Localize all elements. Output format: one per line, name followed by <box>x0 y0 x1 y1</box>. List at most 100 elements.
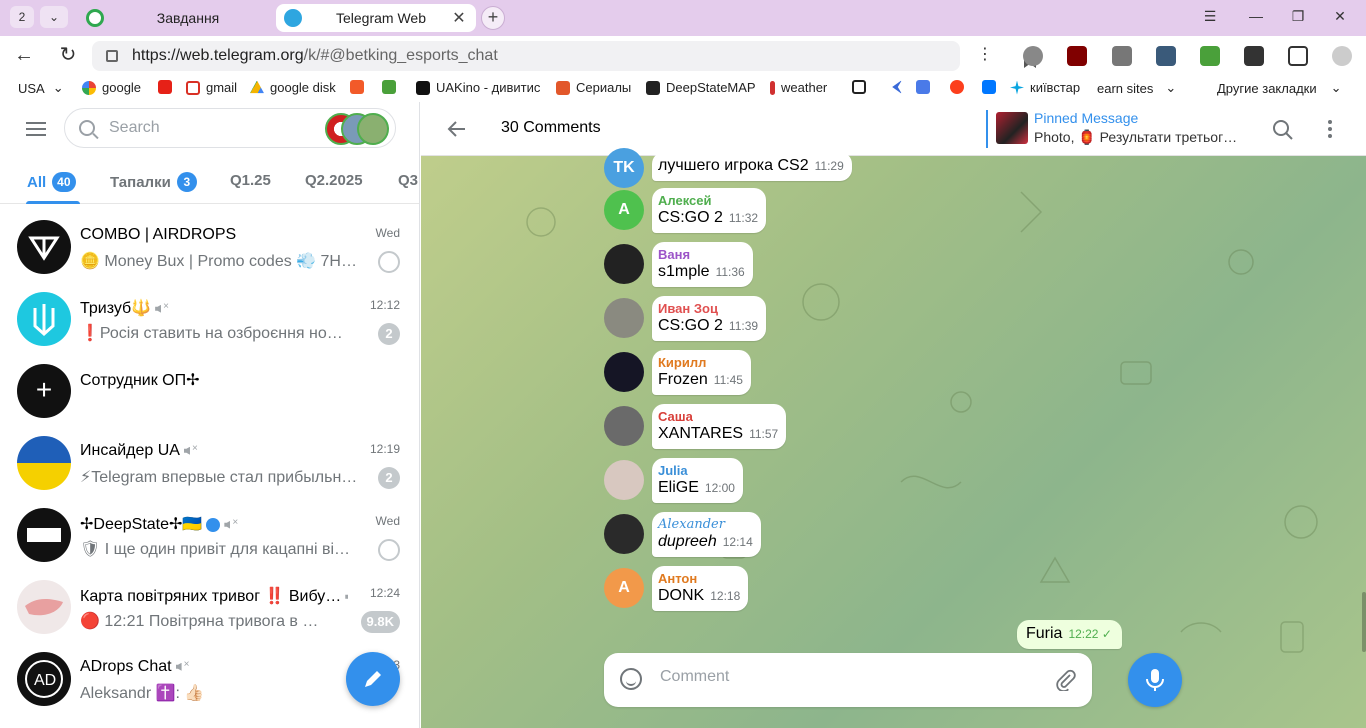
bookmark-bc[interactable] <box>852 80 872 94</box>
download-icon[interactable] <box>1200 46 1220 66</box>
chat-title: ✢DeepState✢🇺🇦 <box>80 514 348 534</box>
bookmark-google[interactable]: google <box>82 80 141 95</box>
tab-list-dropdown-icon[interactable]: ⌄ <box>40 6 68 28</box>
bookmark-kyivstar[interactable]: київстар <box>1010 80 1080 95</box>
tab-all[interactable]: All 40 <box>27 172 76 192</box>
bookmark-arrow[interactable] <box>888 80 908 94</box>
minimize-window-icon[interactable]: — <box>1244 8 1268 24</box>
message-time: 11:45 <box>713 373 743 387</box>
muted-icon <box>345 592 348 602</box>
tab-label: Telegram Web <box>335 10 426 26</box>
chat-item-deepstate[interactable]: ✢DeepState✢🇺🇦 Wed 🛡 І ще один привіт для… <box>8 499 412 571</box>
chat-item-combo-airdrops[interactable]: COMBO | AIRDROPS Wed 🪙 Money Bux | Promo… <box>8 211 412 283</box>
chat-time: Wed <box>375 226 400 240</box>
chat-preview: ❗Росія ставить на озброєння но… <box>80 325 343 342</box>
briefcase-icon[interactable] <box>1112 46 1132 66</box>
menu-icon[interactable] <box>26 122 46 136</box>
pinned-message[interactable]: Pinned Message Photo, 🏮 Результати треть… <box>986 110 1237 148</box>
comment-input[interactable] <box>658 667 1018 687</box>
tab-q3[interactable]: Q3. <box>398 172 419 189</box>
chat-time: 12:12 <box>369 298 400 312</box>
tab-q1-25[interactable]: Q1.25 <box>230 172 271 189</box>
browser-tab-zavdannya[interactable]: Завдання <box>78 4 270 32</box>
pinned-icon <box>378 539 400 561</box>
bookmark-yandex[interactable] <box>950 80 970 94</box>
message-time: 12:14 <box>722 535 753 549</box>
extensions-puzzle-icon[interactable] <box>1288 46 1308 66</box>
restore-window-icon[interactable]: ❐ <box>1286 8 1310 25</box>
message-time: 12:22 ✓ <box>1068 627 1112 641</box>
bookmark-gmail[interactable]: gmail <box>186 80 237 95</box>
message-time: 11:39 <box>728 319 759 333</box>
bookmark-usa[interactable]: USA ⌄ <box>18 80 64 96</box>
bookmark-youtube[interactable] <box>158 80 178 94</box>
bookmark-label: gmail <box>206 80 238 95</box>
tab-tapalki[interactable]: Тапалки 3 <box>110 172 197 192</box>
tab-q2-2025[interactable]: Q2.2025 <box>305 172 363 189</box>
back-arrow-icon[interactable]: ← <box>12 44 36 68</box>
chat-time: 12:19 <box>369 442 400 456</box>
bookmark-vk[interactable] <box>982 80 1002 94</box>
browser-menu-icon[interactable]: ☰ <box>1198 8 1222 25</box>
tasks-favicon-icon <box>86 9 104 27</box>
bookmark-label: USA <box>18 80 45 96</box>
bookmark-earn-sites[interactable]: earn sites ⌄ <box>1097 80 1176 96</box>
more-options-icon[interactable]: ⋮ <box>973 44 997 68</box>
bookmark-deepstatemap[interactable]: DeepStateMAP <box>646 80 756 95</box>
folder-badge: 3 <box>176 172 197 192</box>
kyivstar-icon <box>1010 80 1024 95</box>
ublock-icon[interactable] <box>1067 46 1087 66</box>
gmail-icon <box>186 80 200 95</box>
story-avatar[interactable] <box>357 113 389 145</box>
search-box[interactable] <box>64 108 396 148</box>
bookmark-uakino[interactable]: UAKino - дивитис <box>416 80 540 95</box>
new-tab-button[interactable]: + <box>481 6 505 30</box>
message-bubble: Иван Зоц CS:GO 2 11:39 <box>652 296 767 341</box>
avatar <box>17 220 71 274</box>
url-field[interactable]: https://web.telegram.org/k/#@betking_esp… <box>92 41 1036 71</box>
chat-item-sotrudnik-op[interactable]: + Сотрудник ОП✢ <box>8 355 412 427</box>
emoji-icon[interactable] <box>620 668 642 690</box>
search-icon[interactable] <box>1272 119 1294 141</box>
extension-arrow-icon[interactable] <box>1244 46 1264 66</box>
message-text: EliGE <box>658 479 699 496</box>
search-input[interactable] <box>107 118 307 138</box>
message-time: 12:18 <box>710 589 741 603</box>
chat-item-air-alert-map[interactable]: Карта повітряних тривог ‼️ Вибу… 12:24 🔴… <box>8 571 412 643</box>
chat-list-panel: All 40 Тапалки 3 Q1.25 Q2.2025 Q3. COMBO |… <box>0 102 420 728</box>
scrollbar[interactable] <box>1362 592 1366 652</box>
folder-label: Q2.2025 <box>305 172 363 189</box>
back-arrow-icon[interactable] <box>447 119 467 139</box>
outgoing-message[interactable]: Furia 12:22 ✓ <box>1017 620 1122 649</box>
new-message-button[interactable] <box>346 652 400 706</box>
bookmark-google-disk[interactable]: google disk <box>250 80 336 95</box>
close-tab-icon[interactable]: ✕ <box>450 8 468 28</box>
message-text: CS:GO 2 <box>658 317 723 334</box>
close-window-icon[interactable]: ✕ <box>1328 8 1352 25</box>
message-bubble: Ваня s1mple 11:36 <box>652 242 753 287</box>
bookmark-puzzle[interactable] <box>382 80 402 94</box>
header-title: 30 Comments <box>501 119 601 136</box>
stories-strip[interactable] <box>325 113 391 145</box>
vpn-globe-icon[interactable] <box>1023 46 1043 66</box>
reload-icon[interactable]: ↻ <box>56 44 80 68</box>
voice-record-button[interactable] <box>1128 653 1182 707</box>
message-time: 11:32 <box>728 211 759 225</box>
profile-avatar-icon[interactable] <box>1332 46 1352 66</box>
browser-tab-telegram[interactable]: Telegram Web ✕ <box>276 4 476 32</box>
avatar: A <box>604 568 644 608</box>
drive-icon <box>250 80 264 94</box>
bookmark-translate[interactable] <box>916 80 936 94</box>
bookmark-weather[interactable]: weather <box>770 80 827 95</box>
attach-icon[interactable] <box>1054 669 1076 691</box>
bookmark-f[interactable] <box>350 80 370 94</box>
save-extension-icon[interactable] <box>1156 46 1176 66</box>
bookmark-other[interactable]: Другие закладки ⌄ <box>1217 80 1342 96</box>
chat-item-tryzub[interactable]: Тризуб🔱 12:12 ❗Росія ставить на озброєнн… <box>8 283 412 355</box>
tab-count-button[interactable]: 2 <box>10 6 34 28</box>
bookmark-serialy[interactable]: Сериалы <box>556 80 631 95</box>
chat-item-insider-ua[interactable]: Инсайдер UA 12:19 ⚡Telegram впервые стал… <box>8 427 412 499</box>
more-options-icon[interactable] <box>1327 119 1333 139</box>
message-text: dupreeh <box>658 533 717 550</box>
message-time: 11:57 <box>749 427 779 441</box>
